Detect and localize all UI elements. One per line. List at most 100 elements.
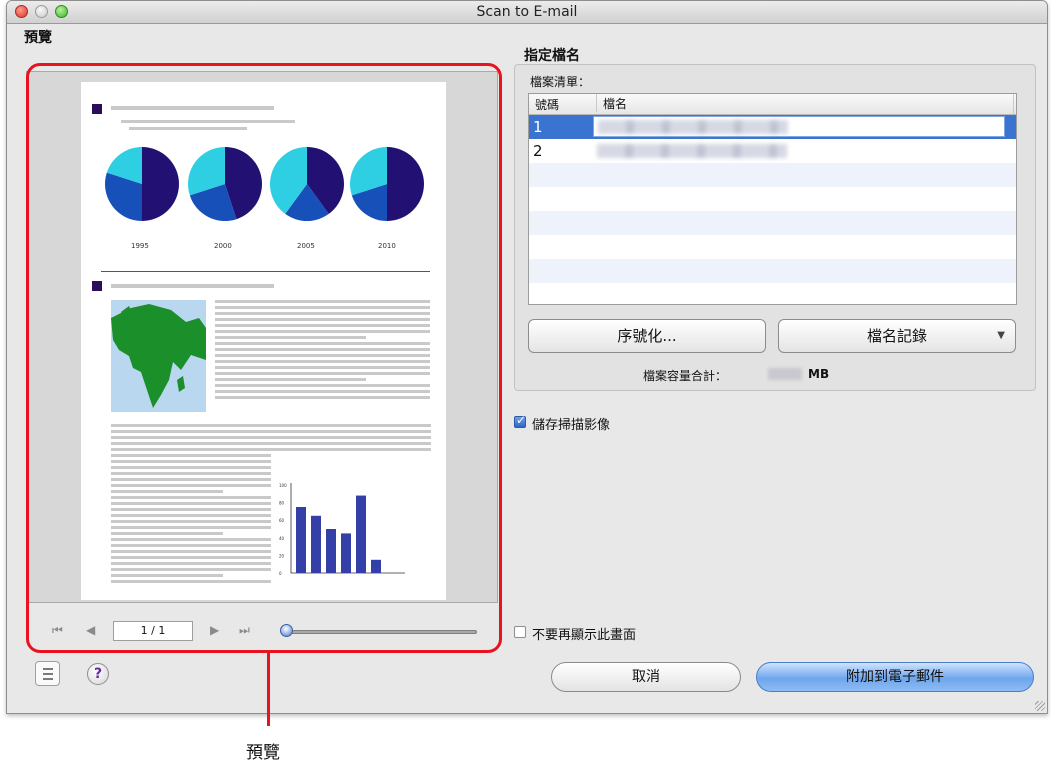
bar-axis-tick-label: 20: [279, 553, 285, 558]
file-list-caption: 檔案清單：: [530, 75, 591, 89]
total-size-unit: MB: [808, 367, 830, 381]
doc-text-line: [215, 324, 430, 327]
doc-text-line: [215, 306, 430, 309]
doc-text-line: [111, 556, 271, 559]
doc-text-line: [111, 520, 271, 523]
zoom-slider-track[interactable]: [287, 630, 477, 634]
doc-text-line: [215, 300, 430, 303]
doc-text-line: [215, 372, 430, 375]
empty-row: [529, 283, 1016, 304]
list-icon-bar: [43, 668, 53, 670]
doc-text-line: [111, 466, 271, 469]
doc-text-line: [215, 366, 430, 369]
column-header-number[interactable]: 號碼: [535, 96, 559, 113]
doc-bar-chart: 100 80 60 40 20 0: [279, 483, 405, 576]
doc-text-line: [215, 348, 430, 351]
table-row[interactable]: 1: [529, 115, 1016, 139]
dont-show-again-checkbox[interactable]: [514, 626, 526, 638]
help-icon[interactable]: ?: [87, 663, 109, 685]
doc-text-line: [111, 508, 271, 511]
doc-text-line: [111, 562, 271, 565]
file-list-header: 號碼 檔名: [529, 94, 1016, 115]
last-page-icon[interactable]: ⏭: [239, 623, 250, 638]
doc-text-line: [111, 472, 271, 475]
filename-edit-field[interactable]: [593, 116, 1005, 137]
column-divider: [1013, 94, 1014, 114]
bar-axis-tick-label: 60: [279, 518, 285, 523]
page-number-field[interactable]: 1 / 1: [113, 621, 193, 641]
bar-axis-tick-label: 40: [279, 536, 285, 541]
doc-bullet-square: [92, 104, 102, 114]
doc-text-line: [111, 478, 271, 481]
pie-year-label: 1995: [131, 242, 149, 250]
filename-history-label: 檔名記錄: [866, 327, 927, 345]
attach-to-email-button[interactable]: 附加到電子郵件: [756, 662, 1034, 692]
save-scan-checkbox[interactable]: [514, 413, 526, 428]
dont-show-again-label: 不要再顯示此畫面: [532, 628, 637, 643]
doc-text-line: [215, 336, 366, 339]
doc-pie-charts: [105, 147, 424, 221]
doc-text-line: [111, 436, 431, 439]
doc-text-line: [111, 568, 271, 571]
pie-slice: [387, 147, 424, 221]
doc-text-line: [215, 330, 430, 333]
doc-text-line: [111, 514, 271, 517]
first-page-icon[interactable]: ⏮: [52, 623, 63, 638]
doc-text-line: [215, 318, 430, 321]
doc-text-line: [111, 284, 274, 288]
empty-row: [529, 235, 1016, 259]
preview-callout-label: 預覽: [246, 743, 280, 763]
bar: [296, 507, 306, 573]
bar-axis-tick-label: 80: [279, 501, 285, 506]
doc-text-line: [111, 502, 271, 505]
bar: [371, 559, 381, 573]
doc-text-line: [215, 390, 430, 393]
blurred-filename: [598, 120, 788, 134]
list-icon-bar: [43, 678, 53, 680]
doc-text-line: [215, 342, 430, 345]
doc-text-line: [111, 442, 431, 445]
title-bar: Scan to E-mail: [7, 1, 1047, 24]
serialize-button[interactable]: 序號化...: [528, 319, 766, 353]
pie-slice: [142, 147, 179, 221]
zoom-slider-knob[interactable]: [280, 624, 293, 637]
cancel-button[interactable]: 取消: [551, 662, 741, 692]
filename-history-button[interactable]: 檔名記錄 ▼: [778, 319, 1016, 353]
preview-section-label: 預覽: [24, 30, 52, 46]
map-graphic: [111, 304, 206, 408]
doc-bullet-square: [92, 281, 102, 291]
blurred-size-value: [768, 368, 802, 380]
doc-text-line: [111, 106, 274, 110]
doc-text-line: [111, 484, 271, 487]
empty-row: [529, 259, 1016, 283]
column-header-filename[interactable]: 檔名: [596, 94, 627, 112]
dropdown-arrow-icon: ▼: [997, 330, 1005, 341]
doc-text-line: [129, 127, 247, 130]
pie-year-label: 2005: [297, 242, 315, 250]
pie-year-label: 2010: [378, 242, 396, 250]
bar: [326, 529, 336, 573]
pie-year-label: 2000: [214, 242, 232, 250]
doc-text-line: [111, 526, 271, 529]
doc-text-line: [111, 496, 271, 499]
bar: [356, 495, 366, 573]
resize-grip-icon[interactable]: [1035, 701, 1045, 711]
next-page-icon[interactable]: ▶: [210, 623, 219, 637]
preview-pane: 1995 2000 2005 2010 100 80 60 40 20 0: [26, 71, 498, 603]
row-number: 1: [533, 118, 543, 136]
filename-section-label: 指定檔名: [524, 48, 580, 64]
doc-text-line: [111, 544, 271, 547]
page-navigation-bar: ⏮ ◀ 1 / 1 ▶ ⏭: [50, 620, 490, 644]
doc-text-line: [215, 312, 430, 315]
empty-row: [529, 187, 1016, 211]
previous-page-icon[interactable]: ◀: [86, 623, 95, 637]
doc-text-line: [111, 454, 271, 457]
file-list-table[interactable]: 號碼 檔名 1 2: [528, 93, 1017, 305]
table-row[interactable]: 2: [529, 139, 1016, 163]
list-view-button[interactable]: [35, 661, 60, 686]
doc-divider: [101, 271, 430, 272]
blurred-filename: [597, 144, 787, 158]
bar-axis-tick-label: 100: [279, 483, 287, 488]
doc-text-line: [111, 490, 223, 493]
doc-text-line: [111, 550, 271, 553]
